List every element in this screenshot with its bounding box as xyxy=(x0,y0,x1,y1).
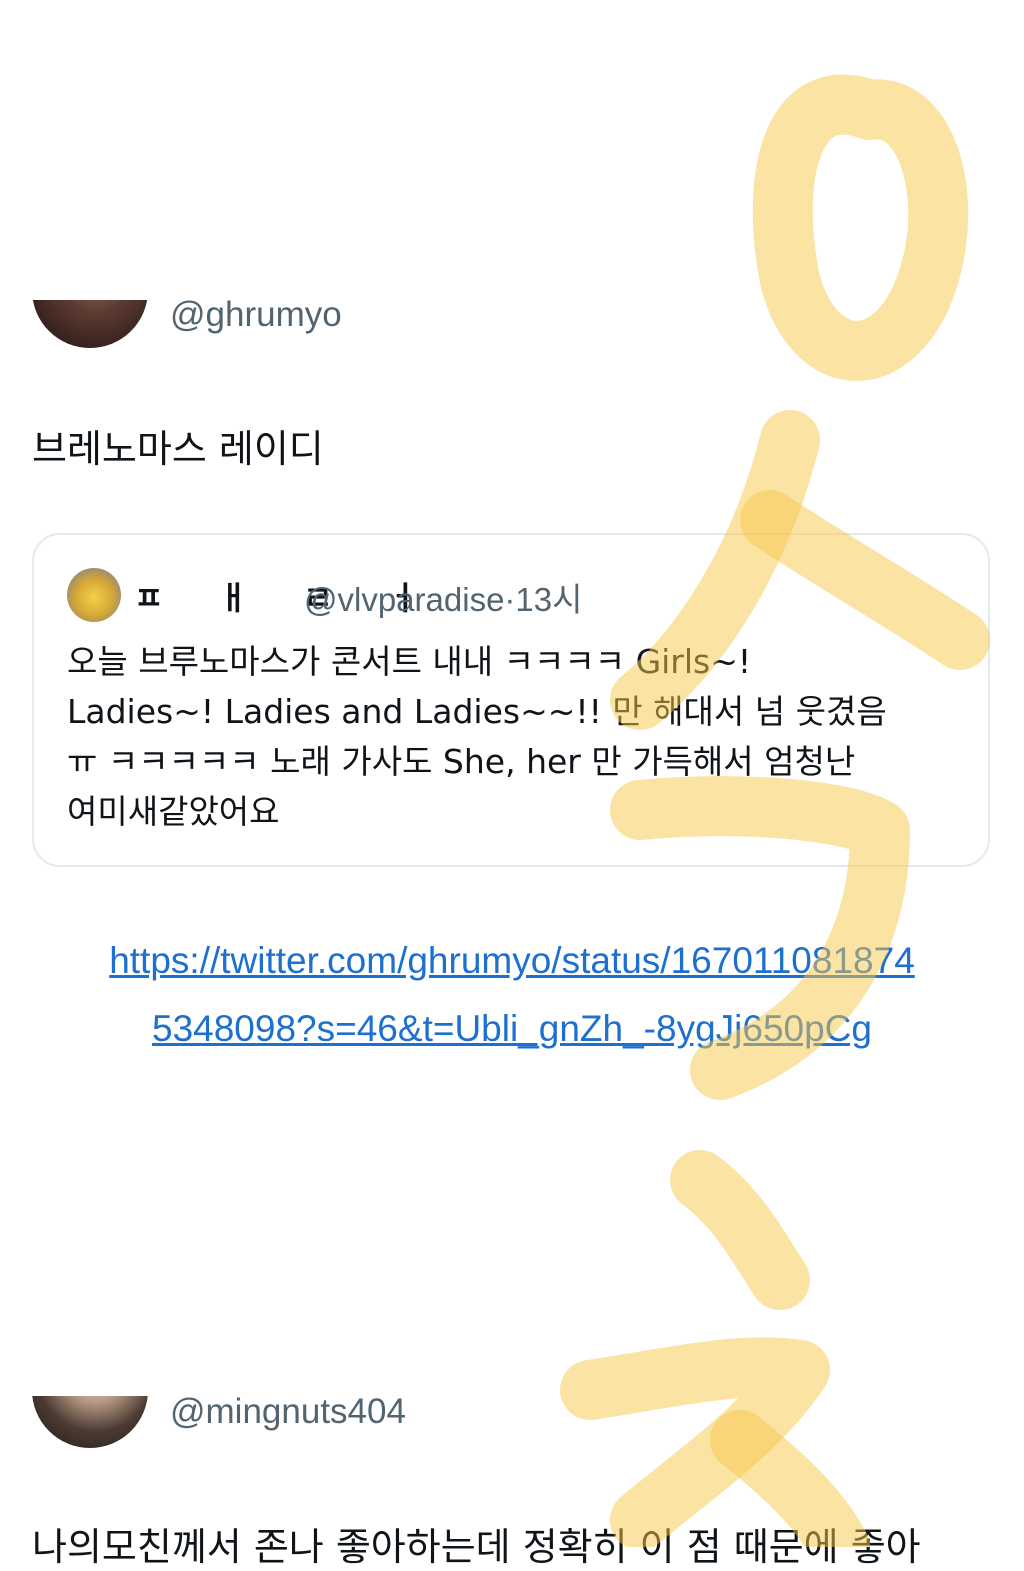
quoted-text-line: 오늘 브루노마스가 콘서트 내내 ㅋㅋㅋㅋ Girls~! xyxy=(67,642,752,681)
watermark-stroke xyxy=(560,1337,830,1547)
quoted-text-line: ㅠ ㅋㅋㅋㅋㅋ 노래 가사도 She, her 만 가득해서 엄청난 xyxy=(67,742,856,781)
quoted-text-line: 여미새같았어요 xyxy=(67,792,280,831)
username-handle[interactable]: @ghrumyo xyxy=(170,295,342,335)
avatar-container xyxy=(0,1396,160,1448)
avatar[interactable] xyxy=(32,300,148,348)
quoted-text-line: Ladies~! Ladies and Ladies~~!! 만 해대서 넘 웃… xyxy=(67,692,887,731)
quoted-tweet-card[interactable]: ㅍ ㅐ ㄹ ㅓ @vlvparadise·13시 오늘 브루노마스가 콘서트 내… xyxy=(32,533,990,867)
quoted-avatar[interactable] xyxy=(67,568,121,622)
quoted-meta: @vlvparadise·13시 xyxy=(304,573,583,621)
status-link-line[interactable]: 5348098?s=46&t=Ubli_gnZh_-8ygJj650pCg xyxy=(0,1008,1024,1050)
watermark-stroke xyxy=(670,1150,810,1310)
avatar[interactable] xyxy=(32,1396,148,1448)
tweet-text: 나의모친께서 존나 좋아하는데 정확히 이 점 때문에 좋아 xyxy=(32,1525,921,1569)
tweet-text: 브레노마스 레이디 xyxy=(32,427,324,471)
avatar-container xyxy=(0,300,160,360)
meta-separator: · xyxy=(504,581,516,618)
status-link-line[interactable]: https://twitter.com/ghrumyo/status/16701… xyxy=(0,940,1024,982)
quoted-time: 13시 xyxy=(515,581,583,618)
quoted-handle[interactable]: @vlvparadise xyxy=(304,581,504,618)
username-handle[interactable]: @mingnuts404 xyxy=(170,1392,406,1432)
watermark-stroke xyxy=(752,74,969,381)
